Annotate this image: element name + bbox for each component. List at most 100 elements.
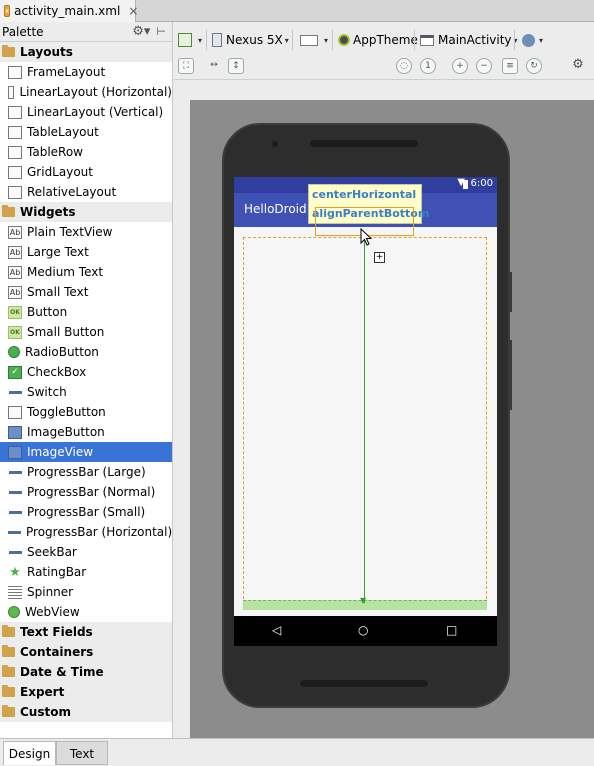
palette-group-text-fields[interactable]: Text Fields bbox=[0, 622, 172, 642]
palette-item-progressbar-large[interactable]: ProgressBar (Large) bbox=[0, 462, 172, 482]
status-time: 6:00 bbox=[470, 178, 493, 189]
folder-icon bbox=[2, 625, 15, 637]
linear-vertical-icon bbox=[8, 105, 22, 119]
palette-group-expert[interactable]: Expert bbox=[0, 682, 172, 702]
palette-item-gridlayout[interactable]: GridLayout bbox=[0, 162, 172, 182]
zoom-out-icon[interactable]: − bbox=[476, 58, 492, 74]
palette-item-label: RadioButton bbox=[25, 345, 99, 359]
palette-item-tablelayout[interactable]: TableLayout bbox=[0, 122, 172, 142]
palette-item-togglebutton[interactable]: ToggleButton bbox=[0, 402, 172, 422]
close-icon[interactable]: × bbox=[128, 4, 138, 18]
image-view-icon bbox=[8, 445, 22, 459]
parent-layout-bounds bbox=[243, 237, 487, 609]
folder-icon bbox=[2, 45, 15, 57]
palette-item-plain-textview[interactable]: Ab Plain TextView bbox=[0, 222, 172, 242]
palette-item-label: RelativeLayout bbox=[27, 185, 117, 199]
palette-item-framelayout[interactable]: FrameLayout bbox=[0, 62, 172, 82]
device-nav-bar: ◁ ○ □ bbox=[234, 616, 497, 646]
palette-item-large-text[interactable]: Ab Large Text bbox=[0, 242, 172, 262]
palette-group-label: Expert bbox=[20, 685, 65, 699]
seekbar-icon bbox=[8, 546, 22, 559]
toolbar-divider bbox=[514, 30, 515, 50]
star-icon: ★ bbox=[9, 564, 21, 580]
xml-file-icon: x bbox=[4, 5, 11, 17]
theme-button[interactable]: AppTheme bbox=[338, 30, 418, 50]
settings-gear-icon[interactable]: ⚙ bbox=[570, 58, 586, 74]
palette-item-label: GridLayout bbox=[27, 165, 93, 179]
palette-group-widgets[interactable]: Widgets bbox=[0, 202, 172, 222]
palette-item-small-text[interactable]: Ab Small Text bbox=[0, 282, 172, 302]
palette-item-progressbar-small[interactable]: ProgressBar (Small) bbox=[0, 502, 172, 522]
zoom-actual-icon[interactable]: 1 bbox=[420, 58, 436, 74]
palette-item-label: CheckBox bbox=[27, 365, 87, 379]
palette-item-spinner[interactable]: Spinner bbox=[0, 582, 172, 602]
design-mode-dropdown[interactable]: ▾ bbox=[178, 30, 202, 50]
progressbar-icon bbox=[8, 466, 22, 479]
toolbar-divider bbox=[292, 30, 293, 50]
palette-item-relativelayout[interactable]: RelativeLayout bbox=[0, 182, 172, 202]
palette-item-seekbar[interactable]: SeekBar bbox=[0, 542, 172, 562]
button-icon: OK bbox=[8, 305, 22, 319]
spinner-icon bbox=[8, 585, 22, 599]
gear-icon[interactable]: ⚙▾ bbox=[132, 24, 150, 39]
palette-item-linearlayout-vertical[interactable]: LinearLayout (Vertical) bbox=[0, 102, 172, 122]
grid-layout-icon bbox=[8, 165, 22, 179]
palette-group-layouts[interactable]: Layouts bbox=[0, 42, 172, 62]
palette-item-progressbar-normal[interactable]: ProgressBar (Normal) bbox=[0, 482, 172, 502]
progressbar-icon bbox=[8, 526, 21, 539]
front-camera bbox=[272, 141, 278, 147]
palette-item-radiobutton[interactable]: RadioButton bbox=[0, 342, 172, 362]
palette-item-ratingbar[interactable]: ★ RatingBar bbox=[0, 562, 172, 582]
palette-item-webview[interactable]: WebView bbox=[0, 602, 172, 622]
zoom-in-icon[interactable]: + bbox=[452, 58, 468, 74]
frame-layout-icon bbox=[8, 65, 22, 79]
editor-mode-tabs: Design Text bbox=[0, 738, 594, 766]
palette-item-label: ImageButton bbox=[27, 425, 105, 439]
palette-item-label: SeekBar bbox=[27, 545, 77, 559]
hide-panel-icon[interactable]: ⊢ bbox=[156, 25, 166, 38]
button-icon: OK bbox=[8, 325, 22, 339]
locale-dropdown[interactable]: ▾ bbox=[522, 30, 543, 50]
palette-item-progressbar-horizontal[interactable]: ProgressBar (Horizontal) bbox=[0, 522, 172, 542]
editor-tab-bar: x activity_main.xml × bbox=[0, 0, 594, 22]
palette-item-imagebutton[interactable]: ImageButton bbox=[0, 422, 172, 442]
activity-dropdown[interactable]: MainActivity ▾ bbox=[420, 30, 518, 50]
palette-item-small-button[interactable]: OK Small Button bbox=[0, 322, 172, 342]
phone-side-button bbox=[508, 272, 512, 312]
file-tab-activity-main[interactable]: x activity_main.xml × bbox=[0, 0, 138, 22]
layout-height-icon[interactable]: ↕ bbox=[228, 58, 244, 74]
phone-earpiece bbox=[310, 140, 418, 147]
palette-item-checkbox[interactable]: ✓ CheckBox bbox=[0, 362, 172, 382]
palette-group-date-time[interactable]: Date & Time bbox=[0, 662, 172, 682]
preview-file-icon[interactable]: ≡ bbox=[502, 58, 518, 74]
table-layout-icon bbox=[8, 125, 22, 139]
activity-label: MainActivity bbox=[438, 33, 512, 47]
palette-item-imageview[interactable]: ImageView bbox=[0, 442, 172, 462]
image-button-icon bbox=[8, 425, 22, 439]
layout-width-icon[interactable]: ↔ bbox=[206, 58, 222, 74]
theme-icon bbox=[338, 34, 350, 46]
orientation-dropdown[interactable]: ▾ bbox=[300, 30, 328, 50]
zoom-fit-icon[interactable]: ◌ bbox=[396, 58, 412, 74]
tab-text[interactable]: Text bbox=[56, 741, 108, 765]
radio-icon bbox=[8, 346, 20, 358]
palette-item-label: LinearLayout (Horizontal) bbox=[19, 85, 172, 99]
device-dropdown[interactable]: Nexus 5X ▾ bbox=[212, 30, 289, 50]
palette-item-tablerow[interactable]: TableRow bbox=[0, 142, 172, 162]
switch-icon bbox=[8, 386, 22, 399]
zoom-to-fit-icon[interactable]: ⛶ bbox=[178, 58, 194, 74]
palette-item-label: ProgressBar (Horizontal) bbox=[26, 525, 173, 539]
palette-item-medium-text[interactable]: Ab Medium Text bbox=[0, 262, 172, 282]
folder-icon bbox=[2, 685, 15, 697]
home-icon: ○ bbox=[358, 623, 369, 637]
folder-icon bbox=[2, 665, 15, 677]
refresh-icon[interactable]: ↻ bbox=[526, 58, 542, 74]
tab-design[interactable]: Design bbox=[3, 741, 56, 765]
palette-item-button[interactable]: OK Button bbox=[0, 302, 172, 322]
palette-group-containers[interactable]: Containers bbox=[0, 642, 172, 662]
palette-group-custom[interactable]: Custom bbox=[0, 702, 172, 722]
palette-item-linearlayout-horizontal[interactable]: LinearLayout (Horizontal) bbox=[0, 82, 172, 102]
palette-group-label: Text Fields bbox=[20, 625, 93, 639]
linear-horizontal-icon bbox=[8, 85, 15, 99]
palette-item-switch[interactable]: Switch bbox=[0, 382, 172, 402]
